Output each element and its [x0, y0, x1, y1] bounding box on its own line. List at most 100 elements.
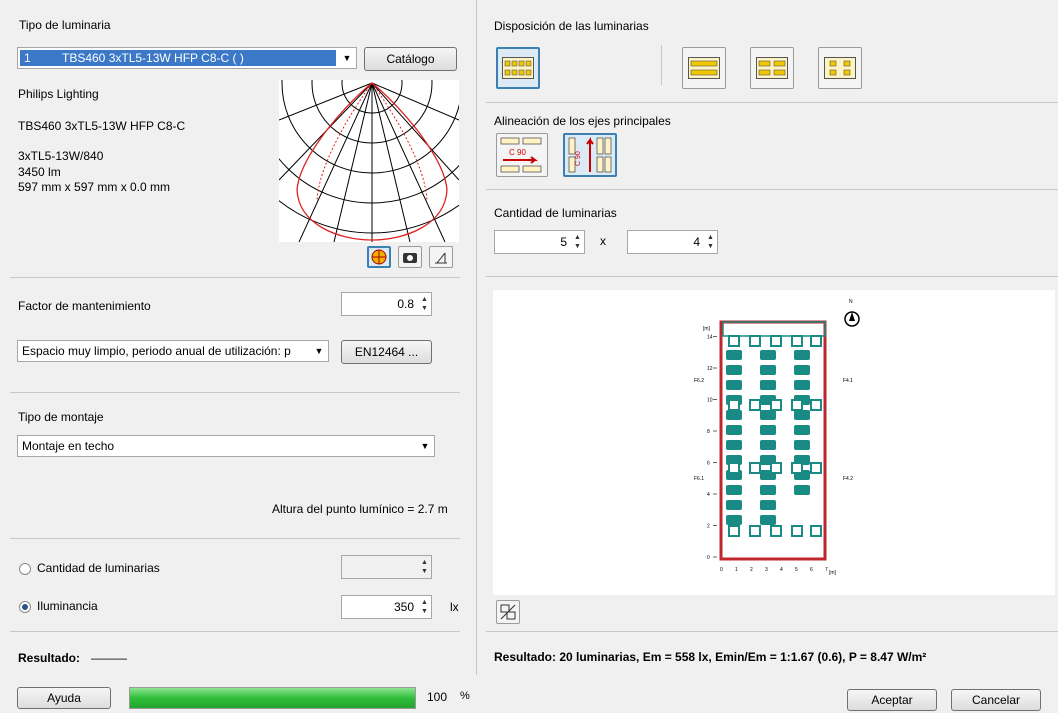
alignment-c90-horizontal-icon[interactable]: C 90 [496, 133, 548, 177]
luminaire-marker [791, 525, 803, 537]
luminaire-marker [791, 335, 803, 347]
spinner-arrows-icon[interactable]: ▲ ▼ [571, 231, 584, 253]
camera-icon[interactable] [398, 246, 422, 268]
radio-illuminance-label: Iluminancia [37, 599, 98, 613]
arrangement-grid-icon[interactable] [496, 47, 540, 89]
mounting-height-text: Altura del punto lumínico = 2.7 m [272, 502, 448, 516]
y-tick-label: 0 [707, 555, 710, 561]
spinner-arrows-icon[interactable]: ▲ ▼ [418, 293, 431, 315]
y-tick-label: 8 [707, 429, 710, 435]
right-quantity-label: Cantidad de luminarias [494, 206, 617, 220]
divider [486, 631, 1058, 632]
x-tick-label: 7 [825, 567, 828, 573]
column-divider [476, 0, 477, 675]
progress-bar [129, 687, 416, 709]
divider [486, 276, 1058, 277]
north-label: N [849, 299, 853, 305]
environment-select[interactable]: Espacio muy limpio, periodo anual de uti… [17, 340, 329, 362]
chevron-down-icon[interactable]: ▼ [416, 436, 434, 456]
desk [726, 515, 742, 525]
room-band [722, 321, 826, 337]
divider [10, 631, 460, 632]
illuminance-value: 350 [393, 600, 414, 614]
progress-fill [130, 688, 415, 708]
luminaire-marker [749, 525, 761, 537]
chevron-down-icon[interactable]: ▼ [310, 341, 328, 361]
quantity-y-spinner[interactable]: 4 ▲ ▼ [627, 230, 718, 254]
luminaire-marker [810, 335, 822, 347]
x-tick-label: 6 [810, 567, 813, 573]
luminaire-marker [810, 462, 822, 474]
maintenance-factor-label: Factor de mantenimiento [18, 299, 151, 313]
luminaire-marker [728, 462, 740, 474]
divider [10, 538, 460, 539]
quantity-y-value: 4 [693, 235, 700, 249]
catalog-button[interactable]: Catálogo [364, 47, 457, 71]
radio-quantity[interactable] [19, 563, 31, 575]
luminaire-marker [728, 399, 740, 411]
x-tick-label: 1 [735, 567, 738, 573]
mounting-type-label: Tipo de montaje [18, 410, 104, 424]
accept-button[interactable]: Aceptar [847, 689, 937, 711]
illuminance-spinner[interactable]: 350 ▲ ▼ [341, 595, 432, 619]
desk [726, 500, 742, 510]
model-text: TBS460 3xTL5-13W HFP C8-C [18, 119, 186, 133]
wall-label: F6.1 [694, 476, 704, 482]
desk [760, 365, 776, 375]
floor-plan-preview: N [m] [m] F6.2 F6.1 F4.1 F4.2 0 2 4 6 8 10 12 1… [493, 290, 1055, 595]
luminaire-marker [791, 462, 803, 474]
desk [726, 410, 742, 420]
desk [794, 425, 810, 435]
left-result-label: Resultado: [18, 651, 81, 665]
en12464-button[interactable]: EN12464 ... [341, 340, 432, 364]
divider [486, 102, 1058, 103]
quantity-spinner[interactable]: ▲ ▼ [341, 555, 432, 579]
desk [794, 380, 810, 390]
help-button[interactable]: Ayuda [17, 687, 111, 709]
y-tick-label: 4 [707, 492, 710, 498]
divider [10, 277, 460, 278]
spinner-arrows-icon[interactable]: ▲ ▼ [418, 596, 431, 618]
x-tick-label: 5 [795, 567, 798, 573]
maintenance-factor-spinner[interactable]: 0.8 ▲ ▼ [341, 292, 432, 316]
cancel-button[interactable]: Cancelar [951, 689, 1041, 711]
radio-quantity-label: Cantidad de luminarias [37, 561, 160, 575]
luminaire-name: TBS460 3xTL5-13W HFP C8-C ( ) [62, 51, 244, 65]
quantity-x-spinner[interactable]: 5 ▲ ▼ [494, 230, 585, 254]
spinner-arrows-icon[interactable]: ▲ ▼ [704, 231, 717, 253]
desk [794, 440, 810, 450]
luminaire-marker [791, 399, 803, 411]
luminaire-marker [770, 399, 782, 411]
spinner-arrows-icon[interactable]: ▲ ▼ [418, 556, 431, 578]
environment-value: Espacio muy limpio, periodo anual de uti… [22, 344, 291, 358]
arrangement-line-icon[interactable] [682, 47, 726, 89]
desk [760, 485, 776, 495]
wall-label: F4.1 [843, 378, 853, 384]
mounting-select[interactable]: Montaje en techo ▼ [17, 435, 435, 457]
arrangement-split-icon[interactable] [750, 47, 794, 89]
flux-text: 3450 lm [18, 165, 61, 179]
left-result-value: ——— [91, 651, 127, 665]
radio-illuminance[interactable] [19, 601, 31, 613]
chevron-down-icon[interactable]: ▼ [338, 48, 356, 68]
divider [10, 392, 460, 393]
desk [726, 380, 742, 390]
alignment-c90-vertical-icon[interactable]: C 90 [563, 133, 617, 177]
desk [760, 350, 776, 360]
desk [760, 500, 776, 510]
desk [760, 410, 776, 420]
arrangement-label: Disposición de las luminarias [494, 19, 649, 33]
desk [794, 350, 810, 360]
fit-view-icon[interactable] [496, 600, 520, 624]
illuminance-unit: lx [450, 600, 459, 614]
progress-value: 100 [427, 690, 448, 704]
luminaire-marker [810, 525, 822, 537]
progress-unit: % [460, 690, 470, 702]
quantity-x-value: 5 [560, 235, 567, 249]
luminaire-select[interactable]: 1 TBS460 3xTL5-13W HFP C8-C ( ) ▼ [17, 47, 357, 69]
quantity-times: x [600, 234, 606, 248]
mounting-geometry-icon[interactable] [429, 246, 453, 268]
polar-view-icon[interactable] [367, 246, 391, 268]
y-tick-label: 6 [707, 461, 710, 467]
arrangement-spaced-icon[interactable] [818, 47, 862, 89]
